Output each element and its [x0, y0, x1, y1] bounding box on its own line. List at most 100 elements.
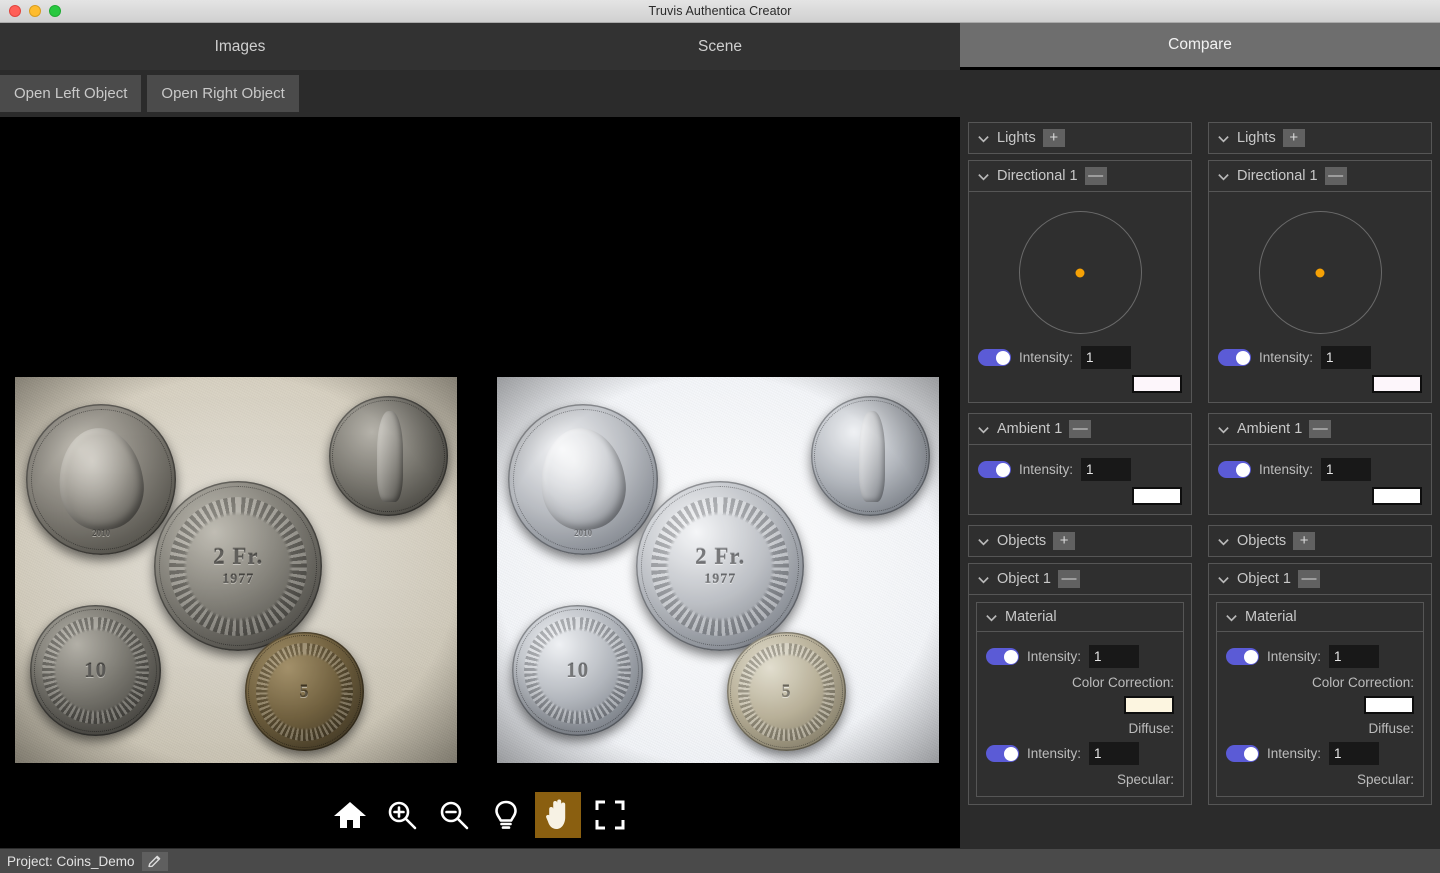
- right-diffuse-intensity-input[interactable]: [1329, 742, 1380, 765]
- left-diffuse-intensity-input[interactable]: [1089, 742, 1140, 765]
- left-object-image[interactable]: 2010 2 Fr. 1977 10 5: [15, 377, 457, 763]
- right-object-1: Object 1 — Material Intensity: C: [1208, 563, 1432, 805]
- right-directional-1-color-swatch[interactable]: [1372, 375, 1422, 393]
- left-directional-1-intensity-input[interactable]: [1081, 346, 1132, 369]
- right-object-1-remove-button[interactable]: —: [1298, 570, 1320, 588]
- right-directional-1-header[interactable]: Directional 1 —: [1209, 161, 1431, 192]
- right-material-intensity-toggle[interactable]: [1226, 648, 1259, 665]
- right-ambient-1-intensity-input[interactable]: [1321, 458, 1372, 481]
- right-objects-title: Objects: [1237, 533, 1287, 549]
- home-icon[interactable]: [327, 792, 373, 838]
- left-objects-add-button[interactable]: +: [1053, 532, 1076, 550]
- right-lights-add-button[interactable]: +: [1282, 129, 1305, 147]
- chevron-down-icon[interactable]: [1217, 535, 1230, 548]
- right-object-image[interactable]: 2010 2 Fr. 1977 10 5: [497, 377, 939, 763]
- chevron-down-icon[interactable]: [977, 170, 990, 183]
- hand-icon[interactable]: [535, 792, 581, 838]
- compare-viewport[interactable]: 2010 2 Fr. 1977 10 5 2010 2 Fr. 1977 10 …: [0, 117, 960, 848]
- right-lights-header[interactable]: Lights +: [1209, 123, 1431, 153]
- chevron-down-icon[interactable]: [1217, 170, 1230, 183]
- left-objects-header[interactable]: Objects +: [969, 526, 1191, 556]
- zoom-out-icon[interactable]: [431, 792, 477, 838]
- left-diffuse-intensity-toggle[interactable]: [986, 745, 1019, 762]
- left-directional-1-color-swatch[interactable]: [1132, 375, 1182, 393]
- left-material-intensity-label: Intensity:: [1027, 649, 1082, 664]
- left-material-intensity-toggle[interactable]: [986, 648, 1019, 665]
- pencil-icon[interactable]: [141, 851, 168, 871]
- left-directional-1-remove-button[interactable]: —: [1084, 167, 1107, 185]
- left-ambient-1-color-row: [978, 487, 1182, 505]
- statusbar: Project: Coins_Demo: [0, 848, 1440, 873]
- left-objects-section: Objects +: [968, 525, 1192, 557]
- left-material-title: Material: [1005, 609, 1057, 625]
- property-panels: Lights + Directional 1 — Intensity: 1 Am…: [960, 117, 1440, 848]
- left-ambient-1-title: Ambient 1: [997, 421, 1063, 437]
- right-object-1-header[interactable]: Object 1 —: [1209, 564, 1431, 595]
- tab-compare[interactable]: Compare: [960, 23, 1440, 70]
- chevron-down-icon[interactable]: [1225, 611, 1238, 624]
- right-diffuse-label: Diffuse:: [1368, 721, 1414, 736]
- right-object-panel[interactable]: Lights + Directional 1 — Intensity: 1 Am…: [1200, 117, 1440, 848]
- chevron-down-icon[interactable]: [1217, 573, 1230, 586]
- chevron-down-icon[interactable]: [977, 423, 990, 436]
- chevron-down-icon[interactable]: [977, 132, 990, 145]
- left-object-1-remove-button[interactable]: —: [1058, 570, 1080, 588]
- right-objects-add-button[interactable]: +: [1293, 532, 1316, 550]
- chevron-down-icon[interactable]: [977, 573, 990, 586]
- tab-images[interactable]: Images: [0, 23, 480, 70]
- fullscreen-icon[interactable]: [587, 792, 633, 838]
- right-object-1-title: Object 1: [1237, 571, 1291, 587]
- left-ambient-1-intensity-input[interactable]: [1081, 458, 1132, 481]
- left-object-1-title: Object 1: [997, 571, 1051, 587]
- left-object-1-header[interactable]: Object 1 —: [969, 564, 1191, 595]
- light-direction-handle[interactable]: [1075, 268, 1085, 277]
- light-direction-handle[interactable]: [1315, 268, 1325, 277]
- tab-compare-label: Compare: [1168, 36, 1232, 53]
- left-material-intensity-input[interactable]: [1089, 645, 1140, 668]
- left-lights-header[interactable]: Lights +: [969, 123, 1191, 153]
- left-object-1: Object 1 — Material Intensity: C: [968, 563, 1192, 805]
- right-direction-widget[interactable]: [1218, 199, 1422, 340]
- right-ambient-1-title: Ambient 1: [1237, 421, 1303, 437]
- left-directional-1-intensity-row: Intensity:: [978, 346, 1182, 369]
- left-directional-1-header[interactable]: Directional 1 —: [969, 161, 1191, 192]
- open-right-object-button[interactable]: Open Right Object: [147, 75, 299, 112]
- right-ambient-1-intensity-toggle[interactable]: [1218, 461, 1251, 478]
- right-specular-label: Specular:: [1356, 772, 1414, 787]
- right-directional-1-intensity-label: Intensity:: [1259, 350, 1314, 365]
- light-bulb-icon[interactable]: [483, 792, 529, 838]
- light-direction-circle[interactable]: [1018, 211, 1142, 334]
- right-directional-1-intensity-toggle[interactable]: [1218, 349, 1251, 366]
- chevron-down-icon[interactable]: [1217, 423, 1230, 436]
- right-diffuse-intensity-toggle[interactable]: [1226, 745, 1259, 762]
- right-material-intensity-input[interactable]: [1329, 645, 1380, 668]
- left-direction-widget[interactable]: [978, 199, 1182, 340]
- object-toolbar: Open Left Object Open Right Object: [0, 70, 1440, 117]
- left-ambient-1-color-swatch[interactable]: [1132, 487, 1182, 505]
- left-ambient-1-intensity-toggle[interactable]: [978, 461, 1011, 478]
- right-color-correction-swatch[interactable]: [1364, 696, 1414, 714]
- left-lights-add-button[interactable]: +: [1042, 129, 1065, 147]
- zoom-in-icon[interactable]: [379, 792, 425, 838]
- chevron-down-icon[interactable]: [1217, 132, 1230, 145]
- right-material-header[interactable]: Material: [1217, 603, 1423, 632]
- left-color-correction-swatch[interactable]: [1124, 696, 1174, 714]
- left-directional-1-body: Intensity:: [969, 192, 1191, 402]
- left-ambient-1-header[interactable]: Ambient 1 —: [969, 414, 1191, 445]
- left-ambient-1-remove-button[interactable]: —: [1069, 420, 1092, 438]
- right-directional-1-remove-button[interactable]: —: [1324, 167, 1347, 185]
- light-direction-circle[interactable]: [1258, 211, 1382, 334]
- right-ambient-1-header[interactable]: Ambient 1 —: [1209, 414, 1431, 445]
- right-ambient-1-remove-button[interactable]: —: [1309, 420, 1332, 438]
- open-left-object-button[interactable]: Open Left Object: [0, 75, 142, 112]
- left-material-header[interactable]: Material: [977, 603, 1183, 632]
- chevron-down-icon[interactable]: [985, 611, 998, 624]
- chevron-down-icon[interactable]: [977, 535, 990, 548]
- right-ambient-1-color-swatch[interactable]: [1372, 487, 1422, 505]
- right-objects-section: Objects +: [1208, 525, 1432, 557]
- right-directional-1-intensity-input[interactable]: [1321, 346, 1372, 369]
- left-directional-1-intensity-toggle[interactable]: [978, 349, 1011, 366]
- left-object-panel[interactable]: Lights + Directional 1 — Intensity: 1 Am…: [960, 117, 1200, 848]
- right-objects-header[interactable]: Objects +: [1209, 526, 1431, 556]
- tab-scene[interactable]: Scene: [480, 23, 960, 70]
